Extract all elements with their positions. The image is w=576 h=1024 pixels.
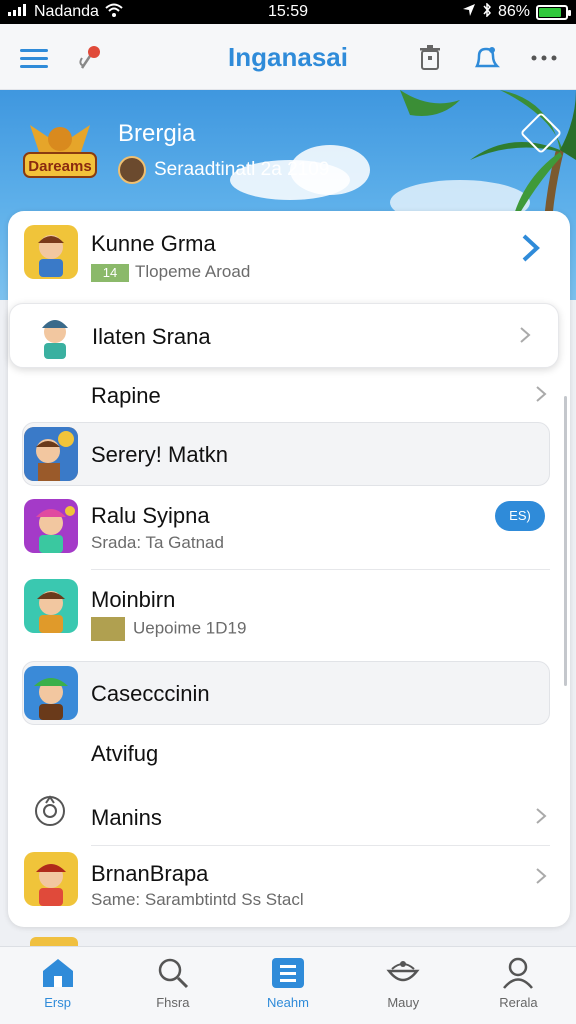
list-item[interactable]: Atvifug [8, 729, 570, 781]
battery-icon [536, 4, 571, 20]
chevron-right-icon [520, 327, 531, 343]
profile-name: Brergia [118, 120, 196, 147]
avatar [118, 156, 146, 184]
pin-icon [79, 46, 100, 69]
bell-icon [474, 47, 500, 68]
svg-text:Dareams: Dareams [28, 158, 91, 175]
item-subtitle-text: Uepoime 1D19 [133, 618, 247, 638]
list-item[interactable]: Casecccinin [8, 661, 570, 725]
item-title: Rapine [91, 383, 161, 408]
location-icon [462, 3, 476, 22]
item-title: Manins [91, 805, 162, 830]
game-icon [24, 852, 78, 906]
hamburger-icon [20, 49, 48, 68]
home-icon [42, 959, 73, 987]
battery-level [539, 7, 562, 17]
item-title: Ilaten Srana [92, 324, 211, 349]
level-tag: 14 [91, 263, 129, 282]
nav-label: Ersp [44, 995, 71, 1010]
nav-label: Fhsra [156, 995, 190, 1010]
bowl-icon [386, 961, 420, 982]
bluetooth-icon [482, 1, 492, 22]
item-title: Atvifug [91, 741, 159, 766]
game-icon [24, 666, 78, 720]
more-dots-icon [531, 55, 557, 61]
game-icon [24, 499, 78, 553]
item-title: Moinbirn [91, 587, 176, 612]
list-item[interactable]: Serery! Matkn [8, 422, 570, 486]
divider [91, 845, 550, 846]
list-item[interactable]: Rapine [8, 371, 570, 429]
game-icon [24, 427, 78, 481]
item-title: Serery! Matkn [91, 442, 228, 467]
item-subtitle: Srada: Ta Gatnad [91, 533, 224, 552]
chevron-right-icon [536, 808, 547, 824]
divider [91, 569, 550, 570]
item-title: Kunne Grma [91, 231, 216, 256]
nav-label: Neahm [267, 995, 309, 1010]
nav-item-bowl[interactable]: Mauy [346, 947, 461, 1024]
list-item[interactable]: Manins [8, 783, 570, 846]
nav-item-home[interactable]: Ersp [0, 947, 115, 1024]
menu-button[interactable] [14, 38, 54, 78]
news-icon [272, 958, 304, 988]
settings-icon [35, 795, 65, 826]
nav-label: Rerala [499, 995, 538, 1010]
status-badge[interactable]: ES) [495, 501, 545, 531]
wifi-icon [105, 3, 123, 22]
game-icon [30, 310, 80, 362]
carrier-name: Nadanda [34, 3, 99, 20]
chevron-right-icon [536, 868, 547, 884]
signal-icon [8, 3, 28, 21]
bottom-nav: Ersp Fhsra Neahm Mauy Rerala [0, 946, 576, 1024]
item-title: BrnanBrapa [91, 861, 209, 886]
chevron-right-icon [536, 386, 547, 402]
pin-button[interactable] [70, 38, 110, 78]
nav-item-search[interactable]: Fhsra [115, 947, 230, 1024]
item-title: Casecccinin [91, 681, 210, 706]
nav-label: Mauy [387, 995, 420, 1010]
list-item[interactable]: Ralu Syipna Srada: Ta Gatnad ES) [8, 491, 570, 571]
list-item[interactable]: Kunne Grma 14 Tlopeme Aroad [8, 211, 570, 301]
list-item[interactable]: Moinbirn Uepoime 1D19 [8, 573, 570, 657]
profile-subtitle: Seraadtinatl 2a 2109 [154, 159, 330, 180]
thumbnail [91, 617, 125, 641]
item-subtitle-text: Tlopeme Aroad [135, 262, 251, 281]
search-icon [158, 958, 188, 989]
item-subtitle: Uepoime 1D19 [91, 617, 246, 641]
list-item[interactable]: BrnanBrapa Same: Sarambtintd Ss Stacl [8, 847, 570, 927]
item-title: Ralu Syipna [91, 503, 210, 528]
list-item-selected[interactable]: Ilaten Srana [9, 303, 559, 368]
delete-button[interactable] [410, 38, 450, 78]
status-bar: Nadanda 15:59 86% [0, 0, 576, 24]
notifications-button[interactable] [466, 38, 506, 78]
app-bar: Inganasai [0, 24, 576, 90]
item-subtitle: Same: Sarambtintd Ss Stacl [91, 890, 304, 909]
trash-icon [420, 45, 440, 70]
person-icon [503, 957, 534, 989]
nav-item-news[interactable]: Neahm [230, 947, 345, 1024]
nav-item-profile[interactable]: Rerala [461, 947, 576, 1024]
battery-percent: 86% [497, 3, 530, 20]
scrollbar[interactable] [564, 396, 567, 686]
chevron-right-icon [522, 234, 540, 262]
more-button[interactable] [524, 38, 564, 78]
item-subtitle: 14 Tlopeme Aroad [91, 262, 250, 282]
game-logo: Dareams [20, 115, 100, 187]
game-icon [24, 225, 78, 279]
game-icon [24, 579, 78, 633]
